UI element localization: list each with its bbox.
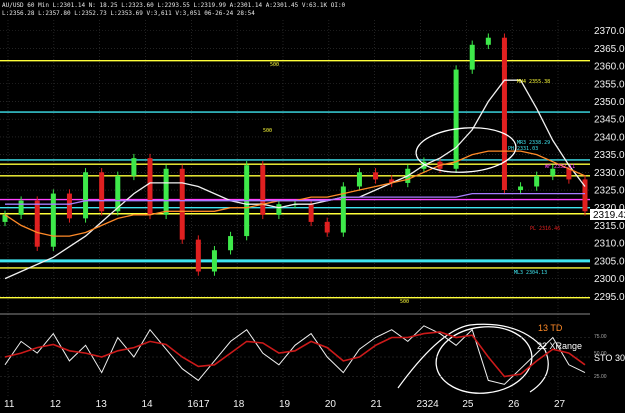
time-tick-label: 27 — [554, 399, 566, 410]
price-tick-label: 2340.00 — [594, 132, 625, 143]
candle-body — [324, 221, 330, 233]
time-tick-label: 1617 — [187, 399, 210, 410]
candle-body — [373, 172, 379, 180]
indicator-td-label: 13 TD — [538, 323, 563, 333]
level-label-500-top: 500 — [270, 62, 279, 68]
candle-body — [260, 165, 266, 215]
time-tick-label: 2324 — [417, 399, 440, 410]
level-label-500-mid: 500 — [263, 128, 272, 134]
candle-body — [147, 158, 153, 215]
candle-body — [469, 44, 475, 70]
level-label-mh4: MH4 2355.38 — [517, 79, 550, 85]
candle-body — [195, 239, 201, 272]
time-tick-label: 14 — [142, 399, 154, 410]
price-tick-label: 2370.00 — [594, 26, 625, 37]
time-tick-label: 25 — [462, 399, 474, 410]
price-tick-label: 2325.00 — [594, 186, 625, 197]
candle-body — [18, 200, 24, 215]
candle-body — [501, 37, 507, 191]
candle-body — [66, 193, 72, 219]
candle-body — [50, 193, 56, 247]
candle-body — [228, 236, 234, 251]
level-label-wf: WF 2332.11 — [545, 164, 575, 170]
indicator-range-label: 22 XRange — [537, 341, 582, 351]
indicator-tick-50: 50.00 — [594, 351, 607, 357]
time-tick-label: 19 — [279, 399, 291, 410]
candle-body — [453, 69, 459, 169]
price-tick-label: 2355.00 — [594, 79, 625, 90]
candle-body — [276, 204, 282, 215]
header-line-1: AU/USD 60 Min L:2301.14 N: 18.25 L:2323.… — [2, 2, 346, 9]
indicator-tick-75: 75.00 — [594, 334, 607, 340]
price-tick-label: 2335.00 — [594, 150, 625, 161]
price-tick-label: 2360.00 — [594, 62, 625, 73]
price-tick-label: 2350.00 — [594, 97, 625, 108]
price-tick-label: 2330.00 — [594, 168, 625, 179]
time-tick-label: 26 — [508, 399, 520, 410]
price-tick-label: 2345.00 — [594, 115, 625, 126]
time-tick-label: 13 — [96, 399, 108, 410]
candle-body — [34, 200, 40, 247]
price-tick-label: 2315.00 — [594, 221, 625, 232]
candle-body — [83, 172, 89, 219]
indicator-tick-25: 25.00 — [594, 374, 607, 380]
level-label-pl: PL 2316.46 — [530, 226, 560, 232]
candle-body — [534, 175, 540, 187]
time-tick-label: 21 — [371, 399, 383, 410]
price-tick-label: 2305.00 — [594, 256, 625, 267]
last-price-label: 2319.42 — [593, 210, 625, 221]
price-tick-label: 2365.00 — [594, 44, 625, 55]
level-label-ml3: ML3 2304.13 — [514, 270, 547, 276]
time-tick-label: 20 — [325, 399, 337, 410]
indicator-value: 30 — [615, 353, 625, 363]
time-tick-label: 12 — [50, 399, 62, 410]
price-tick-label: 2295.00 — [594, 292, 625, 303]
level-label-ph: PH 2331.03 — [508, 146, 538, 152]
candle-body — [566, 168, 572, 180]
candle-body — [485, 37, 491, 45]
candle-body — [356, 172, 362, 187]
price-tick-label: 2300.00 — [594, 274, 625, 285]
candle-body — [163, 168, 169, 215]
candle-body — [179, 168, 185, 240]
time-tick-label: 11 — [4, 399, 15, 410]
candle-body — [518, 186, 524, 191]
price-tick-label: 2310.00 — [594, 239, 625, 250]
trading-chart-screen: AU/USD 60 Min L:2301.14 N: 18.25 L:2323.… — [0, 0, 625, 413]
candle-body — [99, 172, 105, 212]
candle-body — [131, 158, 137, 176]
time-tick-label: 18 — [233, 399, 245, 410]
level-label-500-bottom: 500 — [400, 299, 409, 305]
candle-body — [211, 250, 217, 272]
header-line-2: L:2356.28 L:2357.80 L:2352.73 L:2353.69 … — [2, 10, 255, 17]
candle-body — [308, 204, 314, 222]
